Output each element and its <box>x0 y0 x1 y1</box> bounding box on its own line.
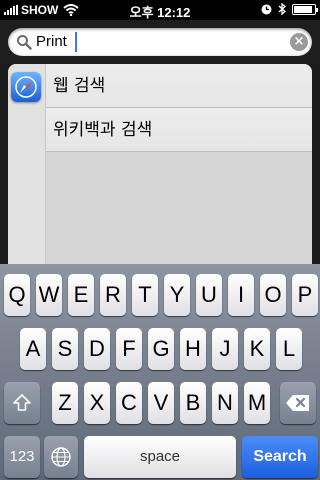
search-bar-container: Print × <box>0 20 320 64</box>
key-l[interactable]: L <box>276 328 302 370</box>
battery-icon <box>292 3 318 15</box>
bluetooth-icon <box>278 3 286 15</box>
shift-key[interactable] <box>4 382 40 424</box>
clear-icon[interactable]: × <box>290 33 308 51</box>
search-results: 웹 검색 위키백과 검색 <box>8 64 312 272</box>
space-key[interactable]: space <box>84 436 236 478</box>
delete-key[interactable] <box>280 382 316 424</box>
key-o[interactable]: O <box>260 274 286 316</box>
key-t[interactable]: T <box>132 274 158 316</box>
key-n[interactable]: N <box>212 382 238 424</box>
key-u[interactable]: U <box>196 274 222 316</box>
safari-icon <box>11 72 41 102</box>
status-bar: SHOW 오후 12:12 <box>0 0 320 20</box>
status-right <box>261 3 318 15</box>
key-y[interactable]: Y <box>164 274 190 316</box>
key-m[interactable]: M <box>244 382 270 424</box>
key-r[interactable]: R <box>100 274 126 316</box>
shift-icon <box>13 394 31 411</box>
key-f[interactable]: F <box>116 328 142 370</box>
key-d[interactable]: D <box>84 328 110 370</box>
key-z[interactable]: Z <box>52 382 78 424</box>
globe-icon <box>51 447 71 467</box>
globe-key[interactable] <box>44 436 78 478</box>
battery-fill <box>294 5 312 13</box>
result-web-search[interactable]: 웹 검색 <box>46 64 312 108</box>
key-q[interactable]: Q <box>4 274 30 316</box>
key-j[interactable]: J <box>212 328 238 370</box>
key-c[interactable]: C <box>116 382 142 424</box>
search-input[interactable]: Print × <box>8 28 312 56</box>
key-s[interactable]: S <box>52 328 78 370</box>
keyboard: Q W E R T Y U I O P A S D F G H J K L Z … <box>0 264 320 480</box>
key-w[interactable]: W <box>36 274 62 316</box>
results-list: 웹 검색 위키백과 검색 <box>46 64 312 152</box>
key-e[interactable]: E <box>68 274 94 316</box>
key-i[interactable]: I <box>228 274 254 316</box>
clock-icon <box>261 4 272 14</box>
key-a[interactable]: A <box>20 328 46 370</box>
key-p[interactable]: P <box>292 274 318 316</box>
key-h[interactable]: H <box>180 328 206 370</box>
delete-icon <box>286 395 309 411</box>
key-x[interactable]: X <box>84 382 110 424</box>
text-caret <box>75 32 77 52</box>
result-wikipedia-search[interactable]: 위키백과 검색 <box>46 108 312 152</box>
key-b[interactable]: B <box>180 382 206 424</box>
search-query-text: Print <box>36 33 67 50</box>
search-key[interactable]: Search <box>242 436 318 478</box>
results-empty-area <box>46 152 312 272</box>
numbers-key[interactable]: 123 <box>4 436 40 478</box>
magnifier-icon <box>17 35 32 50</box>
key-k[interactable]: K <box>244 328 270 370</box>
key-v[interactable]: V <box>148 382 174 424</box>
key-g[interactable]: G <box>148 328 174 370</box>
